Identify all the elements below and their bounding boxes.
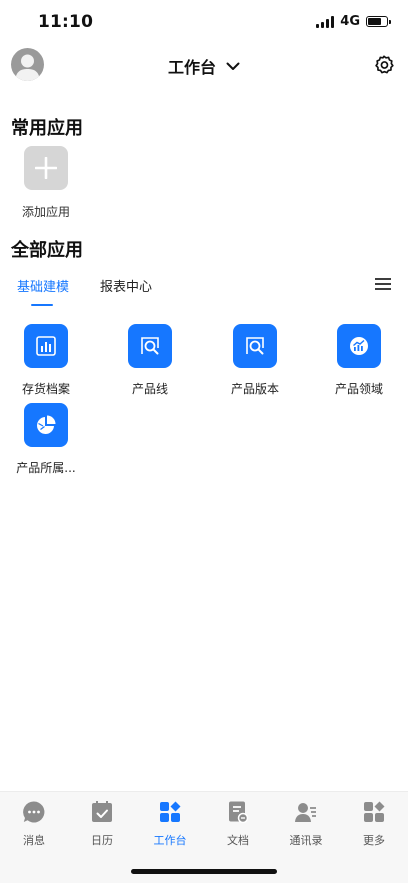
nav-item-calendar[interactable]: 日历 bbox=[72, 800, 132, 848]
app-label: 存货档案 bbox=[21, 382, 70, 396]
app-tile bbox=[128, 324, 172, 368]
signal-icon bbox=[316, 15, 335, 28]
nav-label: 更多 bbox=[363, 834, 385, 847]
app-item-product-domain[interactable]: 产品领域 bbox=[324, 324, 394, 397]
menu-icon[interactable] bbox=[375, 278, 391, 290]
home-indicator bbox=[131, 869, 277, 874]
network-type: 4G bbox=[340, 14, 360, 29]
plus-icon bbox=[35, 157, 57, 179]
status-time: 11:10 bbox=[38, 12, 94, 32]
app-tile bbox=[24, 324, 68, 368]
contacts-icon bbox=[295, 803, 316, 822]
bar-chart-icon bbox=[36, 336, 56, 356]
app-item-inventory-archive[interactable]: 存货档案 bbox=[11, 324, 81, 397]
more-icon bbox=[364, 801, 385, 822]
nav-item-documents[interactable]: 文档 bbox=[208, 800, 268, 848]
app-label: 产品领域 bbox=[334, 382, 383, 396]
app-item-product-line[interactable]: 产品线 bbox=[115, 324, 185, 397]
add-app-label: 添加应用 bbox=[21, 205, 70, 219]
nav-label: 消息 bbox=[23, 834, 45, 847]
app-label: 产品版本 bbox=[230, 382, 279, 396]
app-tile bbox=[337, 324, 381, 368]
trend-circle-icon bbox=[350, 337, 368, 355]
gear-icon[interactable] bbox=[373, 54, 395, 76]
nav-item-contacts[interactable]: 通讯录 bbox=[276, 800, 336, 848]
document-icon bbox=[229, 801, 249, 824]
search-doc-icon bbox=[246, 337, 264, 355]
workspace-switcher[interactable]: 工作台 bbox=[0, 54, 408, 78]
tab-report-center[interactable]: 报表中心 bbox=[100, 276, 152, 295]
tab-basic-modeling[interactable]: 基础建模 bbox=[17, 276, 69, 295]
nav-item-workbench[interactable]: 工作台 bbox=[140, 800, 200, 848]
nav-label: 通讯录 bbox=[289, 834, 323, 847]
nav-label: 文档 bbox=[227, 834, 249, 847]
app-label: 产品线 bbox=[131, 382, 168, 396]
calendar-icon bbox=[92, 801, 112, 822]
nav-item-more[interactable]: 更多 bbox=[344, 800, 404, 848]
add-app-button[interactable] bbox=[24, 146, 68, 190]
status-indicators: 4G bbox=[316, 14, 391, 29]
search-doc-icon bbox=[141, 337, 159, 355]
workbench-icon bbox=[160, 801, 181, 822]
chevron-down-icon bbox=[226, 62, 240, 70]
app-label: 产品所属... bbox=[16, 461, 76, 475]
nav-label: 工作台 bbox=[153, 834, 187, 847]
app-item-product-belonging[interactable]: 产品所属... bbox=[11, 403, 81, 476]
all-apps-title: 全部应用 bbox=[11, 240, 83, 261]
nav-label: 日历 bbox=[91, 834, 113, 847]
battery-icon bbox=[366, 16, 391, 27]
nav-item-messages[interactable]: 消息 bbox=[4, 800, 64, 848]
app-item-product-version[interactable]: 产品版本 bbox=[220, 324, 290, 397]
pie-chart-icon bbox=[37, 415, 56, 434]
app-tile bbox=[233, 324, 277, 368]
page-title: 工作台 bbox=[167, 58, 216, 77]
app-tile bbox=[24, 403, 68, 447]
message-icon bbox=[23, 801, 45, 823]
common-apps-title: 常用应用 bbox=[11, 118, 83, 139]
active-tab-indicator bbox=[31, 304, 53, 306]
